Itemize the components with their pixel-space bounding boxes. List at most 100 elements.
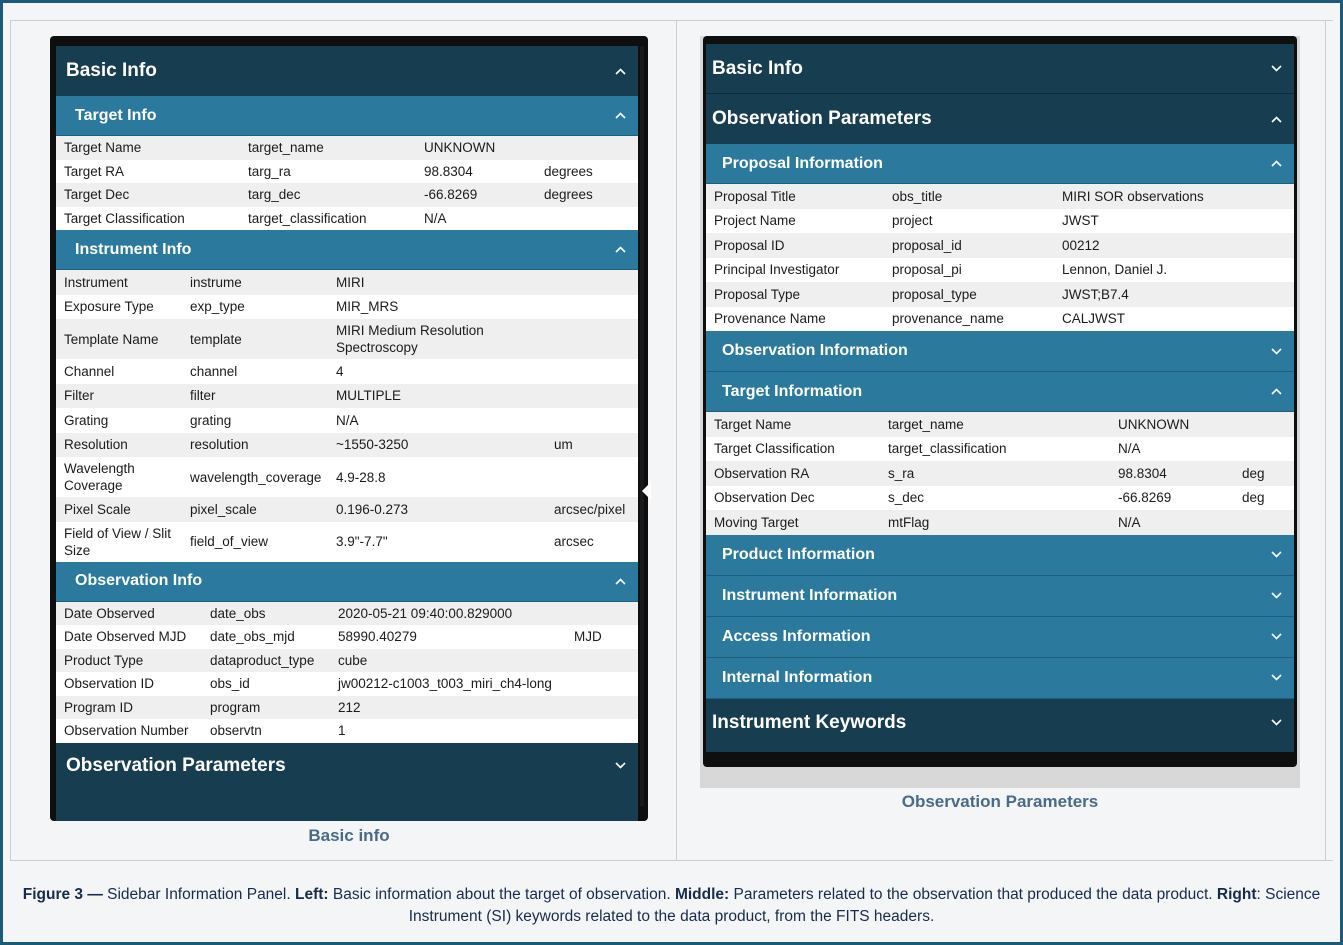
field-unit (566, 719, 638, 743)
field-unit (546, 457, 638, 497)
field-keyword: dataproduct_type (202, 648, 330, 672)
field-label: Observation RA (706, 461, 880, 486)
chevron-down-icon[interactable] (1270, 345, 1282, 357)
field-keyword: provenance_name (884, 306, 1054, 331)
field-unit: um (546, 432, 638, 457)
table-row: Product Type dataproduct_type cube (56, 648, 638, 672)
chevron-up-icon[interactable] (614, 110, 626, 122)
field-keyword: pixel_scale (182, 497, 328, 522)
field-value: MULTIPLE (328, 383, 546, 408)
table-row: Principal Investigator proposal_pi Lennon,… (706, 257, 1294, 282)
table-row: Date Observed date_obs 2020-05-21 09:40:00… (56, 601, 638, 625)
field-label: Observation ID (56, 672, 202, 696)
field-keyword: mtFlag (880, 510, 1110, 535)
table-row: Project Name project JWST (706, 208, 1294, 233)
chevron-up-icon[interactable] (614, 65, 626, 77)
field-unit: MJD (566, 625, 638, 649)
basic-info-header[interactable]: Basic Info (706, 44, 1294, 94)
caption-text: Basic information about the target of ob… (328, 886, 675, 903)
field-unit (536, 206, 638, 230)
chevron-up-icon[interactable] (1270, 386, 1282, 398)
field-value: 4 (328, 359, 546, 384)
chevron-down-icon[interactable] (614, 760, 626, 772)
proposal-information-header[interactable]: Proposal Information (706, 144, 1294, 184)
field-value: jw00212-c1003_t003_miri_ch4-long (330, 672, 566, 696)
right-sidebar-panel: Basic Info Observation Parameters Propos… (703, 36, 1297, 767)
field-value: 3.9"-7.7" (328, 521, 546, 562)
target-info-title: Target Info (75, 106, 157, 124)
field-label: Date Observed MJD (56, 625, 202, 649)
basic-info-title: Basic Info (66, 60, 157, 81)
observation-parameters-header[interactable]: Observation Parameters (56, 742, 638, 789)
field-label: Date Observed (56, 601, 202, 625)
scrollbar[interactable] (640, 46, 644, 806)
chevron-down-icon[interactable] (1270, 717, 1282, 729)
field-label: Proposal ID (706, 233, 884, 258)
field-value: MIRI (328, 270, 546, 295)
chevron-down-icon[interactable] (1270, 549, 1282, 561)
target-information-table: Target Name target_name UNKNOWN Target Clas… (706, 412, 1294, 535)
table-row: Program ID program 212 (56, 695, 638, 719)
field-value: cube (330, 648, 566, 672)
chevron-down-icon[interactable] (1270, 63, 1282, 75)
caption-left-label: Left: (294, 886, 329, 903)
instrument-info-header[interactable]: Instrument Info (56, 230, 638, 270)
field-keyword: target_name (240, 136, 416, 160)
access-information-header[interactable]: Access Information (706, 616, 1294, 658)
field-label: Target RA (56, 159, 240, 183)
field-keyword: project (884, 208, 1054, 233)
internal-information-header[interactable]: Internal Information (706, 657, 1294, 699)
chevron-down-icon[interactable] (1270, 672, 1282, 684)
target-info-header[interactable]: Target Info (56, 96, 638, 136)
caption-right-label: Right (1216, 886, 1257, 903)
field-keyword: filter (182, 383, 328, 408)
field-value: -66.8269 (416, 183, 536, 207)
table-row: Target Classification target_classificati… (56, 206, 638, 230)
field-keyword: s_ra (880, 461, 1110, 486)
chevron-up-icon[interactable] (614, 244, 626, 256)
field-label: Field of View / Slit Size (56, 521, 182, 562)
chevron-up-icon[interactable] (614, 575, 626, 587)
observation-parameters-header[interactable]: Observation Parameters (706, 94, 1294, 144)
table-row: Observation ID obs_id jw00212-c1003_t003_m… (56, 672, 638, 696)
observation-information-header[interactable]: Observation Information (706, 331, 1294, 372)
basic-info-title: Basic Info (712, 57, 803, 79)
figure-label: Figure 3 — (22, 886, 103, 903)
field-value: MIRI Medium Resolution Spectroscopy (328, 319, 546, 359)
target-information-header[interactable]: Target Information (706, 372, 1294, 412)
field-value: 0.196-0.273 (328, 497, 546, 522)
field-value: ~1550-3250 (328, 432, 546, 457)
chevron-down-icon[interactable] (1270, 631, 1282, 643)
field-keyword: date_obs_mjd (202, 625, 330, 649)
basic-info-header[interactable]: Basic Info (56, 46, 638, 96)
table-row: Observation RA s_ra 98.8304 deg (706, 461, 1294, 486)
field-unit (546, 408, 638, 433)
field-keyword: instrume (182, 270, 328, 295)
target-info-table: Target Name target_name UNKNOWN Target RA ta… (56, 136, 638, 230)
caption-text: Parameters related to the observation th… (729, 886, 1217, 903)
instrument-keywords-header[interactable]: Instrument Keywords (706, 698, 1294, 747)
field-value: 1 (330, 719, 566, 743)
observation-info-header[interactable]: Observation Info (56, 561, 638, 602)
product-information-header[interactable]: Product Information (706, 534, 1294, 576)
internal-information-title: Internal Information (722, 668, 873, 686)
field-unit (536, 136, 638, 160)
field-label: Principal Investigator (706, 257, 884, 282)
instrument-information-header[interactable]: Instrument Information (706, 575, 1294, 617)
chevron-up-icon[interactable] (1270, 113, 1282, 125)
field-label: Moving Target (706, 510, 880, 535)
grid-line (1325, 20, 1326, 860)
grid-line (10, 20, 1333, 21)
observation-information-title: Observation Information (722, 342, 908, 359)
field-value: 98.8304 (416, 159, 536, 183)
field-unit (1234, 208, 1294, 233)
table-row: Target RA targ_ra 98.8304 degrees (56, 159, 638, 183)
chevron-down-icon[interactable] (1270, 590, 1282, 602)
field-unit: deg (1234, 461, 1294, 486)
field-unit (1234, 282, 1294, 307)
table-row: Moving Target mtFlag N/A (706, 510, 1294, 535)
field-keyword: obs_id (202, 672, 330, 696)
field-label: Filter (56, 383, 182, 408)
field-keyword: wavelength_coverage (182, 457, 328, 497)
chevron-up-icon[interactable] (1270, 158, 1282, 170)
